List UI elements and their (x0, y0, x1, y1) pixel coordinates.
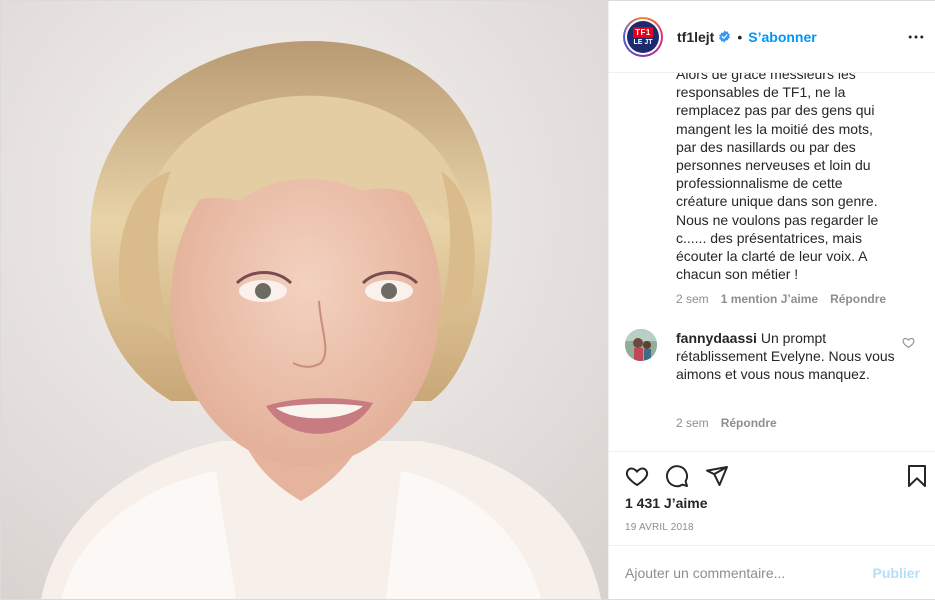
comment-text-block: fannydaassi Un prompt rétablissement Eve… (676, 329, 896, 384)
comment-like-heart-icon[interactable] (902, 336, 915, 349)
comment-username[interactable]: fannydaassi (676, 330, 757, 346)
comment-meta: 2 sem Répondre (676, 416, 777, 430)
post-side-panel: TF1 LE JT tf1lejt • S’abonner Alors de g… (608, 1, 935, 599)
comments-list[interactable]: Alors de grâce messieurs les responsable… (609, 73, 935, 451)
bookmark-icon[interactable] (905, 464, 929, 488)
comment-reply-button[interactable]: Répondre (721, 416, 777, 430)
post-photo[interactable] (1, 1, 608, 599)
commenter-photo (625, 329, 657, 361)
commenter-avatar[interactable] (625, 329, 657, 361)
lejt-logo-text: LE JT (633, 38, 653, 46)
add-comment-input[interactable] (625, 564, 873, 581)
caption-comment-text: Alors de grâce messieurs les responsable… (676, 73, 879, 283)
tf1-logo-text: TF1 (633, 26, 653, 38)
post-comment-button[interactable]: Publier (873, 565, 920, 581)
tf1-logo: TF1 LE JT (627, 20, 659, 53)
caption-likes-count[interactable]: 1 mention J’aime (721, 292, 818, 306)
post-date: 19 AVRIL 2018 (625, 522, 694, 533)
caption-time[interactable]: 2 sem (676, 292, 709, 306)
heart-icon[interactable] (625, 464, 649, 488)
post-actions-bar (609, 451, 935, 497)
paper-plane-icon[interactable] (705, 464, 729, 488)
comment-time[interactable]: 2 sem (676, 416, 709, 430)
likes-count[interactable]: 1 431 J’aime (625, 495, 708, 511)
verified-badge-icon (719, 30, 731, 43)
post-header: TF1 LE JT tf1lejt • S’abonner (609, 1, 935, 73)
caption-meta: 2 sem 1 mention J’aime Répondre (676, 292, 886, 306)
follow-button[interactable]: S’abonner (748, 29, 816, 45)
account-username[interactable]: tf1lejt (677, 29, 714, 45)
account-avatar[interactable]: TF1 LE JT (623, 16, 663, 57)
header-separator: • (737, 28, 743, 45)
caption-reply-button[interactable]: Répondre (830, 292, 886, 306)
comment-icon[interactable] (665, 464, 689, 488)
more-options-icon[interactable] (906, 27, 926, 47)
add-comment-bar: Publier (609, 545, 935, 599)
portrait-image (1, 1, 608, 599)
instagram-post: TF1 LE JT tf1lejt • S’abonner Alors de g… (0, 0, 935, 600)
